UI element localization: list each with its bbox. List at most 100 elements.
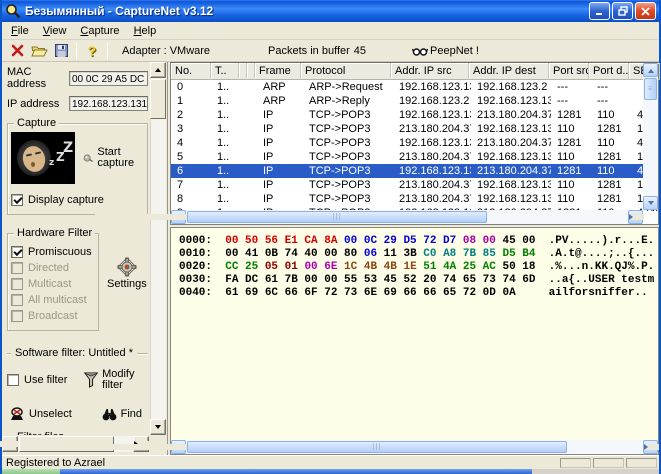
unselect-label: Unselect: [29, 408, 72, 420]
open-folder-icon[interactable]: [28, 41, 50, 60]
start-capture-button[interactable]: Start capture: [83, 147, 141, 169]
packet-row[interactable]: 61..IPTCP->POP3192.168.123.133213.180.20…: [171, 164, 658, 178]
hex-ascii: ..a{..USER testm: [549, 274, 655, 286]
packet-cell: 0: [171, 80, 211, 94]
scroll-down-button[interactable]: [150, 419, 166, 435]
packet-cell: 213.180.204.37: [471, 108, 551, 122]
hex-row: 0000: 00 50 56 E1 CA 8A 00 0C 29 D5 72 D…: [179, 235, 654, 248]
delete-icon[interactable]: [6, 41, 28, 60]
scroll-thumb[interactable]: |||: [187, 211, 487, 223]
scroll-left-button[interactable]: [171, 210, 186, 224]
menu-file[interactable]: File: [4, 23, 36, 39]
packet-cell: 1..: [211, 94, 239, 108]
column-header[interactable]: Frame: [255, 63, 301, 80]
column-header[interactable]: Port src: [549, 63, 589, 80]
column-header[interactable]: Addr. IP dest: [469, 63, 549, 80]
packet-cell: 1281: [591, 122, 631, 136]
save-icon[interactable]: [50, 41, 72, 60]
packet-row[interactable]: 31..IPTCP->POP3213.180.204.37192.168.123…: [171, 122, 658, 136]
mac-address-field[interactable]: 00 0C 29 A5 DC 7F: [69, 71, 148, 86]
packet-cell: ARP: [257, 94, 303, 108]
menu-help[interactable]: Help: [127, 23, 164, 39]
packet-cell: 192.168.123.133: [471, 122, 551, 136]
modify-filter-button[interactable]: Modify filter: [84, 369, 146, 391]
packet-cell: IP: [257, 108, 303, 122]
find-button[interactable]: Find: [102, 408, 142, 421]
mac-address-label: MAC address: [7, 66, 69, 90]
scroll-down-button[interactable]: [643, 196, 658, 210]
hex-ascii: .A.t@....;..{...: [549, 248, 655, 260]
packet-cell: TCP->POP3: [303, 150, 393, 164]
scroll-right-button[interactable]: [628, 210, 643, 224]
packet-row[interactable]: 21..IPTCP->POP3192.168.123.133213.180.20…: [171, 108, 658, 122]
packet-row[interactable]: 01..ARPARP->Request192.168.123.133192.16…: [171, 80, 658, 94]
hex-offset: 0030:: [179, 274, 225, 286]
packet-cell: [248, 108, 257, 122]
packet-cell: 213.180.204.37: [471, 136, 551, 150]
menu-view[interactable]: View: [36, 23, 74, 39]
packet-row[interactable]: 81..IPTCP->POP3213.180.204.37192.168.123…: [171, 192, 658, 206]
packet-cell: 192.168.123.133: [393, 164, 471, 178]
column-header[interactable]: [239, 63, 247, 80]
checkbox-icon: [7, 374, 19, 386]
packet-cell: [248, 94, 257, 108]
scroll-right-button[interactable]: [643, 440, 658, 454]
scroll-left-button[interactable]: [171, 440, 186, 454]
column-header[interactable]: Port d...: [589, 63, 629, 80]
packet-cell: 213.180.204.37: [393, 192, 471, 206]
packet-cell: TCP->POP3: [303, 178, 393, 192]
display-capture-checkbox[interactable]: Display capture: [11, 194, 144, 206]
column-header[interactable]: Addr. IP src: [391, 63, 469, 80]
packet-cell: 3: [171, 122, 211, 136]
ip-address-label: IP address: [7, 98, 69, 110]
scroll-left-button[interactable]: [2, 436, 18, 452]
close-button[interactable]: [635, 2, 656, 20]
checkbox-icon: [11, 246, 23, 258]
packet-row[interactable]: 11..ARPARP->Reply192.168.123.2192.168.12…: [171, 94, 658, 108]
settings-gear-icon: [117, 257, 137, 277]
packet-cell: ---: [591, 80, 631, 94]
column-header[interactable]: T..: [211, 63, 239, 80]
column-header[interactable]: No.: [171, 63, 211, 80]
packet-row[interactable]: 71..IPTCP->POP3213.180.204.37192.168.123…: [171, 178, 658, 192]
hardware-filter-option: All multicast: [11, 294, 95, 306]
scroll-thumb[interactable]: [150, 79, 166, 119]
packet-cell: ---: [551, 94, 591, 108]
packet-cell: 110: [551, 192, 591, 206]
hex-row: 0020: CC 25 05 01 00 6E 1C 4B 4B 1E 51 4…: [179, 261, 654, 274]
scroll-up-button[interactable]: [643, 63, 658, 77]
hex-horizontal-scrollbar[interactable]: |||: [171, 440, 658, 454]
packet-cell: ARP->Reply: [303, 94, 393, 108]
packet-list-horizontal-scrollbar[interactable]: |||: [171, 210, 643, 224]
minimize-button[interactable]: [589, 2, 610, 20]
packet-row[interactable]: 41..IPTCP->POP3192.168.123.133213.180.20…: [171, 136, 658, 150]
start-capture-label: Start capture: [97, 147, 141, 169]
unselect-button[interactable]: Unselect: [9, 407, 72, 421]
packet-list-vertical-scrollbar[interactable]: ≡: [643, 63, 658, 210]
scroll-thumb[interactable]: ≡: [644, 78, 657, 100]
packet-row[interactable]: 51..IPTCP->POP3213.180.204.37192.168.123…: [171, 150, 658, 164]
help-icon[interactable]: ?: [81, 41, 103, 60]
packet-cell: IP: [257, 150, 303, 164]
scroll-thumb[interactable]: |||: [187, 441, 567, 453]
hex-bytes: FA DC 61 7B 00 00 55 53 45 52 20 74 65 7…: [225, 274, 548, 287]
hex-row: 0010: 00 41 0B 74 40 00 80 06 11 3B C0 A…: [179, 248, 654, 261]
packet-cell: 192.168.123.133: [471, 192, 551, 206]
hex-offset: 0020:: [179, 261, 225, 273]
scroll-up-button[interactable]: [150, 62, 166, 78]
peepnet-button[interactable]: PeepNet !: [412, 45, 479, 57]
settings-button[interactable]: Settings: [107, 257, 147, 290]
packet-cell: 1..: [211, 192, 239, 206]
panel-vertical-scrollbar[interactable]: [150, 62, 166, 435]
packet-cell: 1281: [591, 178, 631, 192]
column-header[interactable]: [247, 63, 255, 80]
restore-button[interactable]: [612, 2, 633, 20]
hardware-filter-option[interactable]: Promiscuous: [11, 246, 95, 258]
ip-address-field[interactable]: 192.168.123.131: [69, 96, 148, 111]
packet-cell: 2: [171, 108, 211, 122]
column-header[interactable]: Protocol: [301, 63, 391, 80]
checkbox-icon: [11, 278, 23, 290]
use-filter-checkbox[interactable]: Use filter: [7, 374, 67, 386]
menu-capture[interactable]: Capture: [73, 23, 126, 39]
packet-cell: IP: [257, 178, 303, 192]
